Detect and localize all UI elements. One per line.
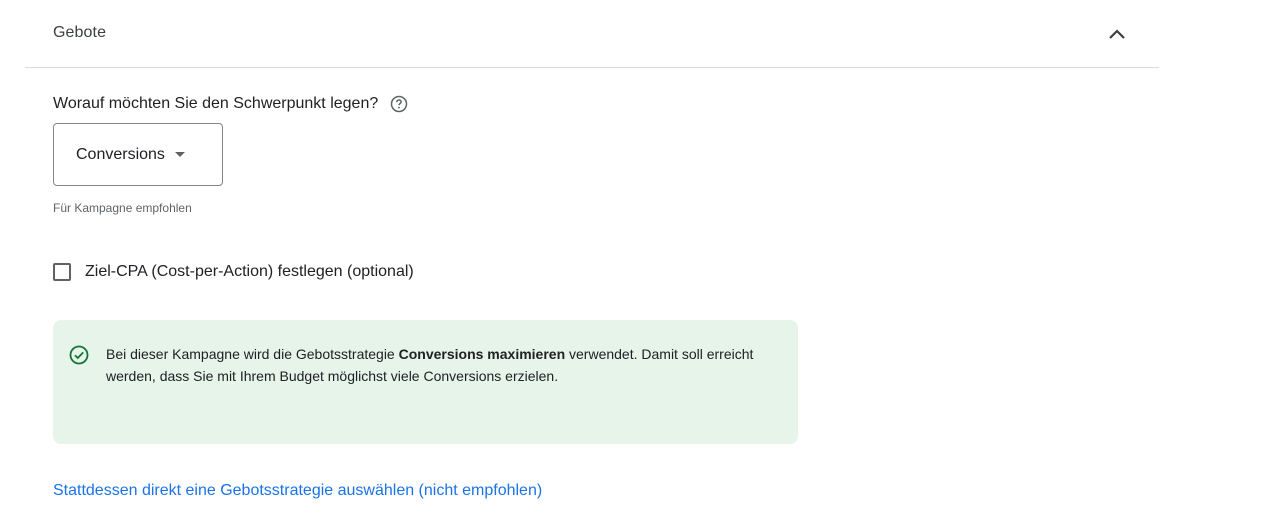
focus-dropdown[interactable]: Conversions <box>53 123 223 186</box>
section-header[interactable]: Gebote <box>25 0 1159 68</box>
chevron-up-icon <box>1109 29 1125 39</box>
info-strategy-name: Conversions maximieren <box>398 346 566 362</box>
bidding-panel: Gebote Worauf möchten Sie den Schwerpunk… <box>0 0 1282 532</box>
target-cpa-label[interactable]: Ziel-CPA (Cost-per-Action) festlegen (op… <box>85 263 414 281</box>
focus-dropdown-value: Conversions <box>76 145 165 163</box>
target-cpa-row[interactable]: Ziel-CPA (Cost-per-Action) festlegen (op… <box>53 263 414 281</box>
strategy-info-text: Bei dieser Kampagne wird die Gebotsstrat… <box>106 343 776 387</box>
focus-helper-text: Für Kampagne empfohlen <box>53 201 192 215</box>
help-icon[interactable] <box>390 95 408 113</box>
collapse-button[interactable] <box>1103 20 1131 48</box>
section-title: Gebote <box>53 24 107 41</box>
strategy-info-box: Bei dieser Kampagne wird die Gebotsstrat… <box>53 320 798 444</box>
focus-question: Worauf möchten Sie den Schwerpunkt legen… <box>53 95 379 112</box>
info-text-before: Bei dieser Kampagne wird die Gebotsstrat… <box>106 346 399 362</box>
focus-question-row: Worauf möchten Sie den Schwerpunkt legen… <box>53 95 408 113</box>
select-strategy-directly-link[interactable]: Stattdessen direkt eine Gebotsstrategie … <box>53 482 542 500</box>
arrow-drop-down-icon <box>174 152 185 157</box>
target-cpa-checkbox[interactable] <box>53 263 71 281</box>
check-circle-icon <box>69 345 89 365</box>
